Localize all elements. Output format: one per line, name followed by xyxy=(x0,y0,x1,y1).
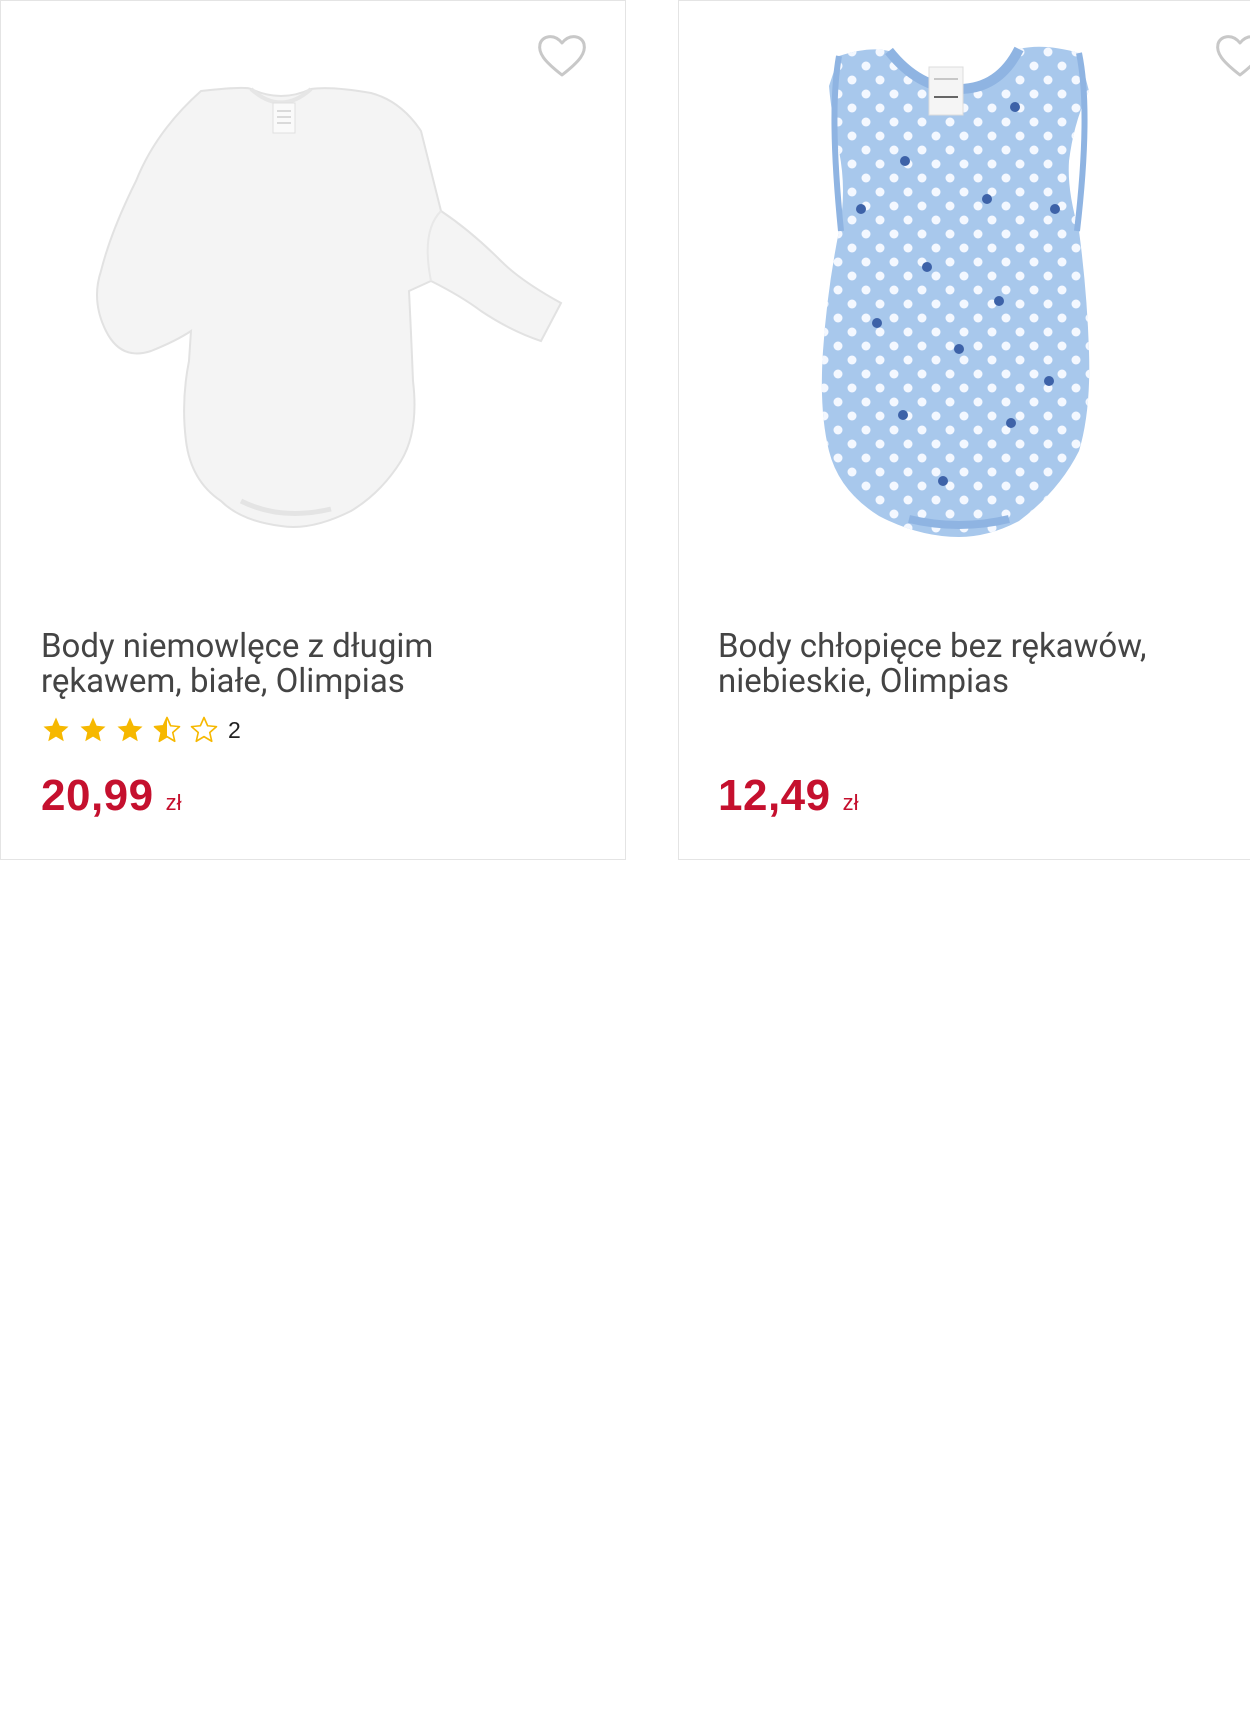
star-half-icon xyxy=(153,716,181,743)
product-price: 20,99 zł xyxy=(41,771,182,821)
product-title[interactable]: Body niemowlęce z długim rękawem, białe,… xyxy=(41,629,581,699)
star-full-icon xyxy=(117,717,143,742)
star-full-icon xyxy=(80,717,106,742)
blue-sleeveless-star-bodysuit-image xyxy=(821,46,1090,537)
price-currency: zł xyxy=(165,790,182,815)
price-currency: zł xyxy=(842,790,859,815)
product-card[interactable]: Body chłopięce bez rękawów, niebieskie, … xyxy=(678,0,1250,860)
white-long-sleeve-bodysuit-image xyxy=(96,86,563,528)
product-image[interactable] xyxy=(41,31,581,591)
product-image[interactable] xyxy=(719,31,1250,591)
price-value: 20,99 xyxy=(41,771,154,820)
star-empty-icon xyxy=(190,716,218,743)
product-card[interactable]: Body niemowlęce z długim rękawem, białe,… xyxy=(0,0,626,860)
product-title[interactable]: Body chłopięce bez rękawów, niebieskie, … xyxy=(718,629,1238,699)
product-rating: 2 xyxy=(41,713,241,747)
price-value: 12,49 xyxy=(718,771,831,820)
star-full-icon xyxy=(43,717,69,742)
product-price: 12,49 zł xyxy=(718,771,859,821)
rating-count: 2 xyxy=(228,716,241,743)
